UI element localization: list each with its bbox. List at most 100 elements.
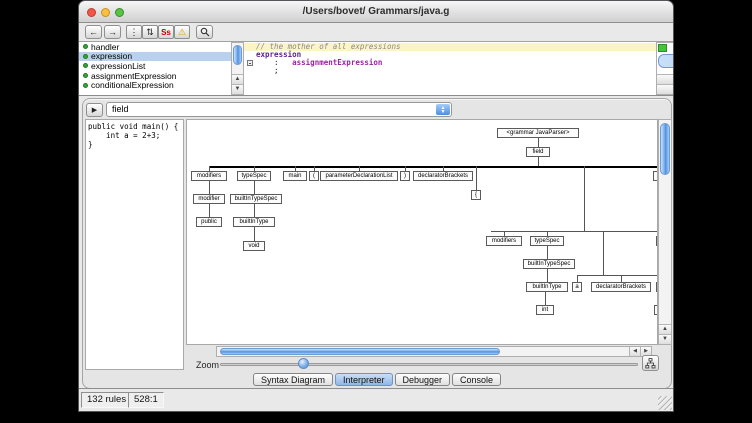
tree-node-([interactable]: ( <box>309 171 319 181</box>
tree-node-typeSpec[interactable]: typeSpec <box>530 236 564 246</box>
code-token: assignmentExpression <box>292 59 382 67</box>
scroll-up-icon[interactable]: ▲ <box>232 74 243 84</box>
tree-node-parameterDeclarationList[interactable]: parameterDeclarationList <box>320 171 398 181</box>
tree-edge <box>577 275 578 282</box>
scroll-up-icon[interactable]: ▲ <box>657 74 674 84</box>
tree-node-public[interactable]: public <box>196 217 222 227</box>
tree-node-modifier[interactable]: modifier <box>193 194 225 204</box>
tree-node-builtInType[interactable]: builtInType <box>526 282 568 292</box>
tree-edge <box>547 269 548 282</box>
back-button[interactable]: ← <box>85 25 102 39</box>
editor-gutter <box>244 51 256 59</box>
rule-label: handler <box>91 42 119 52</box>
scroll-down-icon[interactable]: ▼ <box>232 84 243 94</box>
tree-edge <box>545 292 546 305</box>
zoom-slider[interactable] <box>220 357 638 371</box>
sort-icon: ⇅ <box>146 27 154 38</box>
scroll-up-icon[interactable]: ▲ <box>659 324 671 334</box>
input-line: public void main() { <box>88 122 183 131</box>
parse-tree[interactable]: <grammar JavaParser> field modifiers typeSp… <box>186 119 658 345</box>
tree-node-builtInType[interactable]: builtInType <box>233 217 275 227</box>
upper-split: handlerexpressionexpressionListassignmen… <box>79 41 674 96</box>
scroll-down-icon[interactable]: ▼ <box>657 84 674 94</box>
editor-gutter <box>244 59 256 67</box>
tree-node-builtInTypeSpec[interactable]: builtInTypeSpec <box>523 259 575 269</box>
zoom-label: Zoom <box>196 360 219 370</box>
editor-line[interactable]: // the mother of all expressions <box>244 43 656 51</box>
toolbar: ← → ⋮ ⇅ Ss ⚠ <box>79 23 673 41</box>
editor-line[interactable]: : assignmentExpression <box>244 59 656 67</box>
tab-debugger[interactable]: Debugger <box>395 373 451 386</box>
tree-node-typeSpec[interactable]: typeSpec <box>237 171 271 181</box>
tab-interpreter[interactable]: Interpreter <box>335 373 393 386</box>
analysis-indicator-icon <box>658 44 667 52</box>
tree-node-declaratorBrackets[interactable]: declaratorBrackets <box>591 282 651 292</box>
status-bar: 132 rules 528:1 <box>79 388 673 411</box>
tree-vscroll-thumb[interactable] <box>660 123 670 175</box>
fold-icon[interactable] <box>247 60 253 66</box>
tree-node-int[interactable]: int <box>536 305 554 315</box>
warnings-button[interactable]: ⚠ <box>174 25 190 39</box>
window-title: /Users/bovet/ Grammars/java.g <box>79 6 673 17</box>
rules-scrollbar[interactable]: ▲ ▼ <box>231 42 244 95</box>
tree-node-builtInTypeSpec[interactable]: builtInTypeSpec <box>230 194 282 204</box>
input-line: } <box>88 140 183 149</box>
rule-item-handler[interactable]: handler <box>79 42 231 52</box>
rule-label: assignmentExpression <box>91 71 177 81</box>
forward-icon: → <box>108 27 117 37</box>
rule-item-conditionalExpression[interactable]: conditionalExpression <box>79 80 231 90</box>
tree-node-modifiers[interactable]: modifiers <box>486 236 522 246</box>
scroll-left-icon[interactable]: ◀ <box>629 347 640 356</box>
syntax-coloring-button[interactable]: Ss <box>158 25 174 39</box>
tree-view-button[interactable] <box>642 355 659 371</box>
interpreter-input[interactable]: public void main() { int a = 2+3;} <box>85 119 184 370</box>
rule-item-assignmentExpression[interactable]: assignmentExpression <box>79 71 231 81</box>
find-button[interactable] <box>196 25 213 39</box>
tree-edge <box>254 227 255 241</box>
tree-edge <box>209 181 210 194</box>
rules-scrollbar-thumb[interactable] <box>233 45 242 65</box>
rules-list[interactable]: handlerexpressionexpressionListassignmen… <box>79 42 231 95</box>
tree-edge <box>476 166 477 190</box>
tree-edge <box>621 275 622 282</box>
editor-scrollbar[interactable]: ▲ ▼ <box>656 42 674 95</box>
tree-node-<grammar JavaParser>[interactable]: <grammar JavaParser> <box>497 128 579 138</box>
tree-node-main[interactable]: main <box>283 171 307 181</box>
resize-grip[interactable] <box>658 396 672 410</box>
tree-node-void[interactable]: void <box>243 241 265 251</box>
tree-node-a[interactable]: a <box>572 282 582 292</box>
forward-button[interactable]: → <box>104 25 121 39</box>
tree-node-field[interactable]: field <box>526 147 550 157</box>
rule-label: conditionalExpression <box>91 80 174 90</box>
tree-node-declaratorBrackets[interactable]: declaratorBrackets <box>413 171 473 181</box>
rules-list-button[interactable]: ⋮ <box>126 25 142 39</box>
rule-state-icon <box>83 63 88 68</box>
rules-list-icon: ⋮ <box>130 27 139 38</box>
editor-line[interactable]: ; <box>244 67 656 75</box>
tree-hscroll-thumb[interactable] <box>220 348 500 355</box>
title-bar[interactable]: /Users/bovet/ Grammars/java.g <box>79 1 673 23</box>
tree-node-modifiers[interactable]: modifiers <box>191 171 227 181</box>
rule-item-expressionList[interactable]: expressionList <box>79 61 231 71</box>
scroll-down-icon[interactable]: ▼ <box>659 334 671 344</box>
tree-edge <box>538 157 539 166</box>
tree-node-)[interactable]: ) <box>400 171 410 181</box>
grammar-editor[interactable]: // the mother of all expressionsexpressi… <box>244 42 656 95</box>
tree-horizontal-scrollbar[interactable]: ◀ ▶ <box>216 346 652 357</box>
app-window: /Users/bovet/ Grammars/java.g ← → ⋮ ⇅ Ss… <box>78 0 674 412</box>
tab-console[interactable]: Console <box>452 373 501 386</box>
tab-syntax-diagram[interactable]: Syntax Diagram <box>253 373 333 386</box>
tree-vertical-scrollbar[interactable]: ▲ ▼ <box>658 119 672 345</box>
zoom-slider-thumb[interactable] <box>298 358 309 369</box>
tree-edge <box>603 231 604 275</box>
combo-arrows-icon[interactable]: ▲▼ <box>436 104 450 115</box>
sort-rules-button[interactable]: ⇅ <box>142 25 158 39</box>
editor-scrollbar-thumb[interactable] <box>658 54 674 68</box>
editor-gutter <box>244 67 256 75</box>
zoom-slider-track[interactable] <box>220 363 638 366</box>
run-button[interactable]: ▶ <box>86 103 103 117</box>
rule-combo[interactable]: field ▲▼ <box>106 102 452 117</box>
tree-node-{[interactable]: { <box>471 190 481 200</box>
rule-item-expression[interactable]: expression <box>79 52 231 62</box>
tree-edge <box>209 166 658 168</box>
